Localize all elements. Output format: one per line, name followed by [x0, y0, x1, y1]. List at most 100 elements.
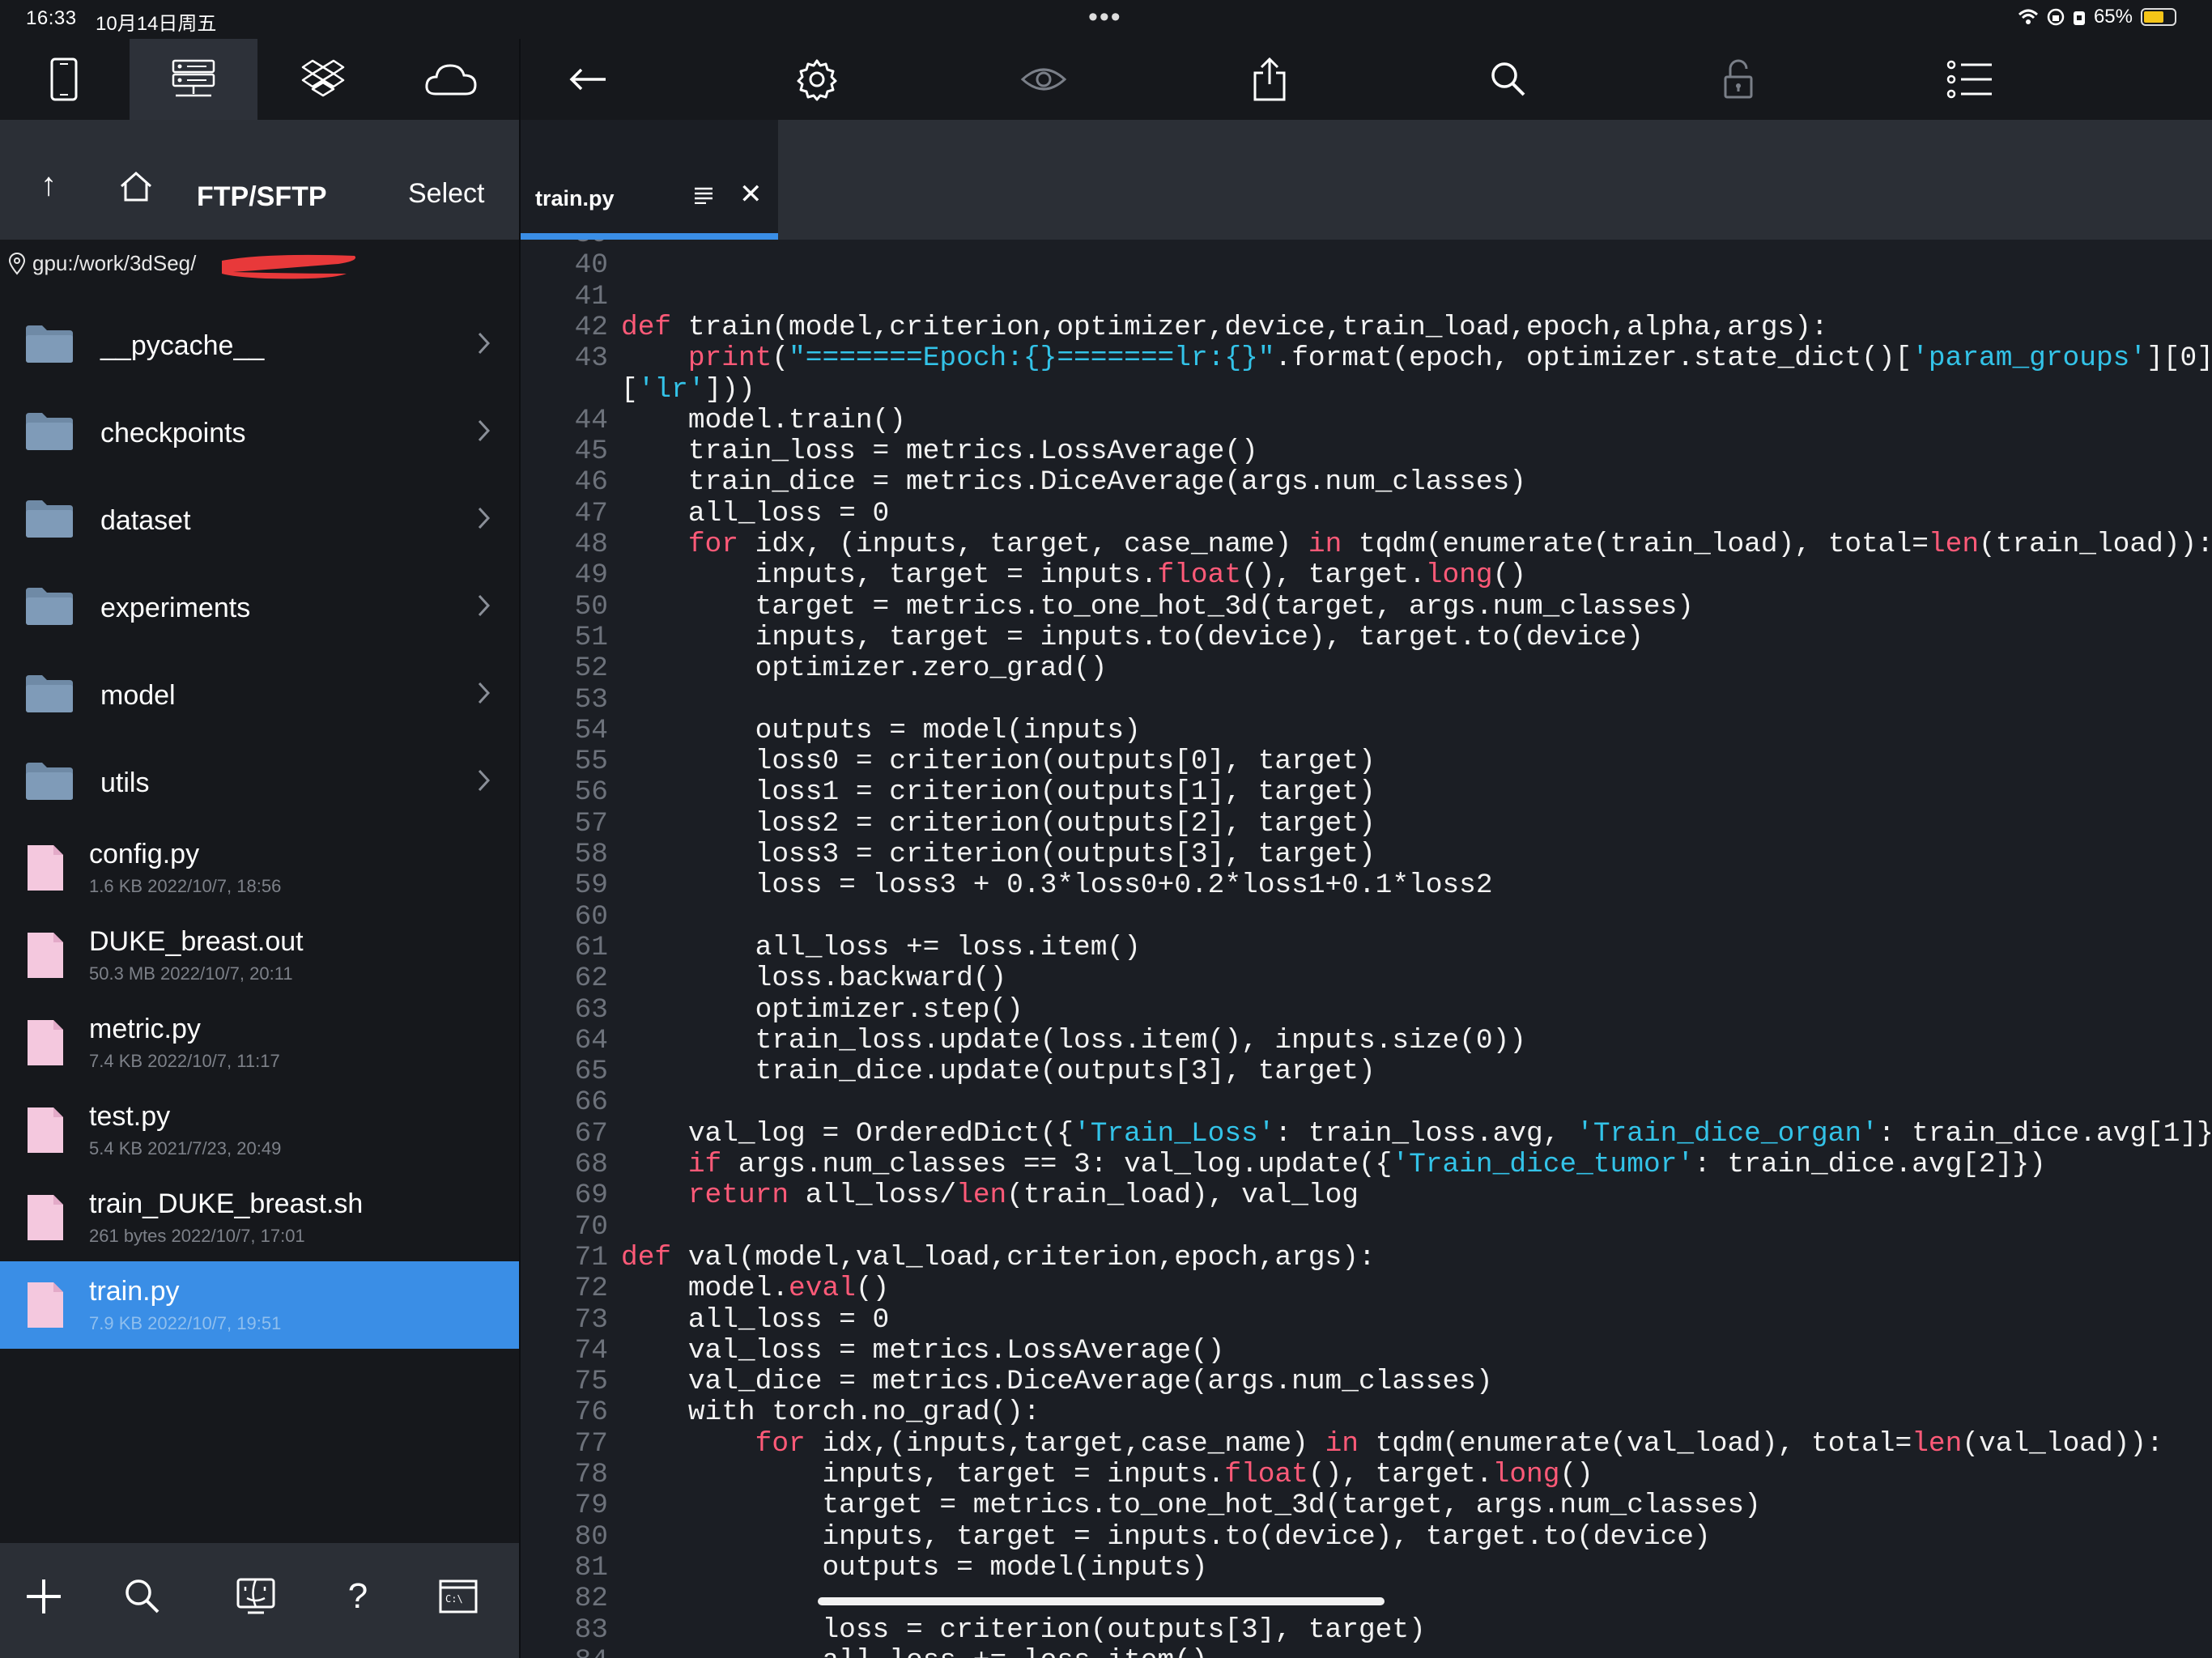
code-line[interactable]: with torch.no_grad(): [621, 1397, 1040, 1428]
code-line[interactable]: train_dice = metrics.DiceAverage(args.nu… [621, 467, 1526, 498]
code-line[interactable]: all_loss = 0 [621, 498, 889, 529]
home-icon[interactable] [118, 170, 154, 202]
find-button[interactable] [1479, 50, 1538, 108]
finder-button[interactable] [223, 1564, 288, 1629]
code-line[interactable]: train_dice.update(outputs[3], target) [621, 1056, 1376, 1087]
folder-name: dataset [100, 505, 191, 536]
code-line[interactable]: def val(model,val_load,criterion,epoch,a… [621, 1242, 1376, 1273]
back-arrow-icon [569, 68, 606, 91]
close-icon[interactable]: ✕ [739, 178, 763, 210]
code-line[interactable]: outputs = model(inputs) [621, 1552, 1207, 1584]
status-date: 10月14日周五 [96, 13, 217, 35]
code-line[interactable]: loss3 = criterion(outputs[3], target) [621, 840, 1376, 870]
code-line[interactable]: return all_loss/len(train_load), val_log [621, 1180, 1359, 1211]
list-item[interactable]: dataset [0, 474, 519, 562]
multitasking-dots[interactable]: ••• [1088, 2, 1122, 33]
code-line[interactable]: optimizer.zero_grad() [621, 653, 1108, 684]
select-button[interactable]: Select [408, 178, 485, 210]
code-line[interactable]: inputs, target = inputs.to(device), targ… [621, 622, 1644, 653]
code-line[interactable]: inputs, target = inputs.float(), target.… [621, 560, 1526, 591]
terminal-button[interactable]: C:\ [426, 1564, 491, 1629]
list-item[interactable]: metric.py 7.4 KB 2022/10/7, 11:17 [0, 999, 519, 1086]
code-line[interactable]: for idx, (inputs, target, case_name) in … [621, 529, 2212, 560]
code-line[interactable]: ['lr'])) [621, 374, 755, 406]
code-line[interactable]: def train(model,criterion,optimizer,devi… [621, 312, 1828, 343]
code-line[interactable]: all_loss = 0 [621, 1304, 889, 1336]
wifi-icon [2018, 9, 2038, 24]
add-button[interactable] [11, 1564, 76, 1629]
code-line[interactable]: optimizer.step() [621, 994, 1023, 1026]
list-item[interactable]: utils [0, 737, 519, 824]
code-line[interactable]: target = metrics.to_one_hot_3d(target, a… [621, 1490, 1760, 1521]
server-icon [172, 59, 215, 97]
redaction-mark [222, 254, 356, 279]
code-line[interactable]: loss = criterion(outputs[3], target) [621, 1614, 1425, 1646]
preview-button[interactable] [1015, 50, 1073, 108]
code-line[interactable]: train_loss = metrics.LossAverage() [621, 436, 1258, 467]
code-editor[interactable]: 39404142 def train(model,criterion,optimi… [521, 240, 2212, 1658]
list-item[interactable]: __pycache__ [0, 300, 519, 387]
lock-icon [1724, 59, 1753, 99]
code-line[interactable]: loss0 = criterion(outputs[0], target) [621, 746, 1376, 777]
dropbox-tab[interactable] [259, 39, 387, 120]
settings-button[interactable] [788, 50, 846, 108]
list-item[interactable]: checkpoints [0, 387, 519, 474]
line-number: 51 [574, 621, 608, 653]
share-button[interactable] [1240, 50, 1299, 108]
file-name: test.py [89, 1101, 171, 1132]
tab-menu-icon[interactable] [694, 186, 713, 204]
lock-button[interactable] [1709, 50, 1767, 108]
server-tab[interactable] [130, 39, 257, 120]
code-line[interactable]: train_loss.update(loss.item(), inputs.si… [621, 1025, 1526, 1056]
code-line[interactable]: val_loss = metrics.LossAverage() [621, 1335, 1225, 1367]
file-meta: 7.4 KB 2022/10/7, 11:17 [89, 1051, 280, 1071]
help-button[interactable]: ? [325, 1564, 390, 1629]
folder-name: experiments [100, 593, 251, 623]
list-item[interactable]: model [0, 649, 519, 737]
list-item[interactable]: experiments [0, 562, 519, 649]
line-number: 40 [574, 249, 608, 282]
code-line[interactable]: if args.num_classes == 3: val_log.update… [621, 1150, 2046, 1180]
code-line[interactable]: loss2 = criterion(outputs[2], target) [621, 808, 1376, 840]
parent-folder-button[interactable]: ↑ [40, 167, 57, 203]
line-number: 43 [574, 342, 608, 375]
back-button[interactable] [559, 50, 617, 108]
code-line[interactable]: target = metrics.to_one_hot_3d(target, a… [621, 591, 1694, 623]
line-number: 45 [574, 436, 608, 468]
tab-train-py[interactable]: train.py ✕ [521, 120, 778, 240]
code-line[interactable]: model.train() [621, 405, 906, 436]
line-number: 76 [574, 1397, 608, 1429]
code-line[interactable]: val_log = OrderedDict({'Train_Loss': tra… [621, 1118, 2212, 1150]
code-line[interactable]: all_loss += loss.item() [621, 932, 1141, 963]
code-line[interactable]: inputs, target = inputs.to(device), targ… [621, 1521, 1710, 1553]
home-indicator[interactable] [818, 1597, 1385, 1605]
code-line[interactable]: val_dice = metrics.DiceAverage(args.num_… [621, 1367, 1493, 1397]
local-device-tab[interactable] [0, 39, 128, 120]
code-line[interactable]: for idx,(inputs,target,case_name) in tqd… [621, 1428, 2163, 1460]
code-line[interactable]: loss1 = criterion(outputs[1], target) [621, 777, 1376, 808]
code-line[interactable]: loss.backward() [621, 963, 1007, 994]
code-line[interactable]: loss = loss3 + 0.3*loss0+0.2*loss1+0.1*l… [621, 870, 1493, 901]
cloud-tab[interactable] [387, 39, 515, 120]
list-item[interactable]: train_DUKE_breast.sh 261 bytes 2022/10/7,… [0, 1174, 519, 1261]
status-indicators: 65% [2018, 6, 2176, 28]
outline-button[interactable] [1941, 50, 1999, 108]
list-item[interactable]: config.py 1.6 KB 2022/10/7, 18:56 [0, 824, 519, 912]
code-line[interactable]: inputs, target = inputs.float(), target.… [621, 1460, 1593, 1490]
list-item-selected[interactable]: train.py 7.9 KB 2022/10/7, 19:51 [0, 1261, 519, 1349]
line-number: 54 [574, 714, 608, 746]
code-line[interactable]: outputs = model(inputs) [621, 715, 1141, 746]
list-item[interactable]: test.py 5.4 KB 2021/7/23, 20:49 [0, 1086, 519, 1174]
breadcrumb[interactable]: gpu:/work/3dSeg/ [8, 251, 196, 276]
search-icon [1491, 62, 1525, 96]
ipad-icon [50, 57, 78, 101]
list-item[interactable]: DUKE_breast.out 50.3 MB 2022/10/7, 20:11 [0, 912, 519, 999]
code-line[interactable]: all_loss += loss.item() [621, 1645, 1207, 1658]
code-line[interactable]: model.eval() [621, 1273, 889, 1304]
line-number: 65 [574, 1056, 608, 1088]
code-line[interactable]: print("=======Epoch:{}=======lr:{}".form… [621, 343, 2212, 374]
search-files-button[interactable] [110, 1564, 175, 1629]
chevron-right-icon [478, 507, 491, 529]
path-text: gpu:/work/3dSeg/ [32, 251, 197, 275]
line-number: 79 [574, 1490, 608, 1522]
